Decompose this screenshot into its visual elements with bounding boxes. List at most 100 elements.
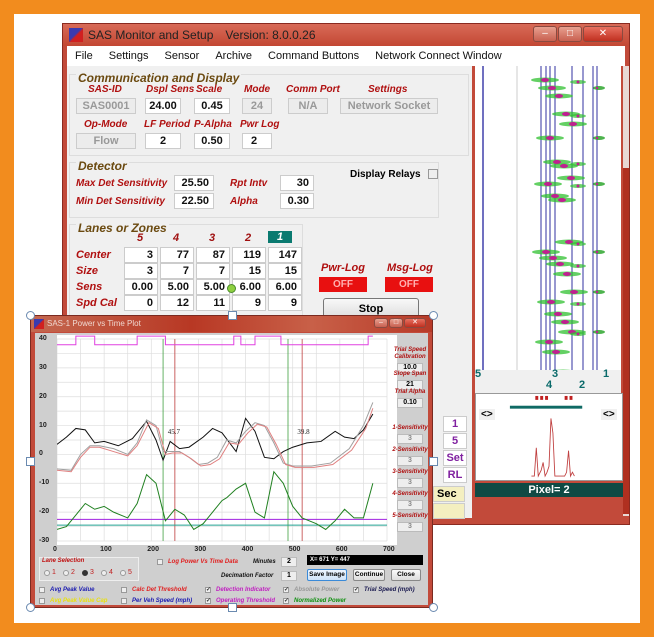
checkmark-icon[interactable]: ✓ xyxy=(353,587,359,593)
radio-dot[interactable] xyxy=(101,569,107,576)
checkbox-box[interactable] xyxy=(39,587,45,593)
display-relays-checkbox[interactable] xyxy=(428,169,438,179)
radio-dot[interactable] xyxy=(82,569,88,576)
resize-handle-top-left[interactable] xyxy=(26,311,35,320)
main-window-titlebar[interactable]: SAS Monitor and Setup Version: 8.0.0.26 … xyxy=(63,24,629,46)
lane-cell[interactable]: 147 xyxy=(268,247,302,263)
lane-radio-4[interactable]: 4 xyxy=(101,569,113,576)
rpt-intv-field[interactable]: 30 xyxy=(280,175,314,191)
lane-cell[interactable]: 15 xyxy=(232,263,266,279)
lane-radio-2[interactable]: 2 xyxy=(63,569,75,576)
checkmark-icon[interactable]: ✓ xyxy=(283,598,289,604)
resize-handle-left[interactable] xyxy=(26,457,35,466)
lane-cell[interactable]: 0 xyxy=(124,295,158,311)
lane-radio-5[interactable]: 5 xyxy=(120,569,132,576)
nav-left-button[interactable]: <> xyxy=(479,409,495,420)
option-checkbox[interactable]: ✓ Trial Speed (mph) xyxy=(353,587,415,593)
min-det-sens-field[interactable]: 22.50 xyxy=(174,193,214,209)
checkbox-box[interactable] xyxy=(121,598,127,604)
minutes-field[interactable]: 2 xyxy=(281,557,297,567)
msg-log-off-button[interactable]: OFF xyxy=(385,277,433,292)
option-checkbox[interactable]: ✓ Normalized Power xyxy=(283,598,346,604)
menu-network-connect-window[interactable]: Network Connect Window xyxy=(375,50,502,62)
pwr-log-off-button[interactable]: OFF xyxy=(319,277,367,292)
resize-handle-bottom[interactable] xyxy=(228,603,237,612)
resize-handle-top-right[interactable] xyxy=(429,311,438,320)
menu-sensor[interactable]: Sensor xyxy=(164,50,199,62)
lane-scan-display[interactable] xyxy=(475,66,621,380)
radio-dot[interactable] xyxy=(120,569,126,576)
lane-radio-1[interactable]: 1 xyxy=(44,569,56,576)
lane-cell[interactable]: 6.00 xyxy=(268,279,302,295)
lane-cell[interactable]: 7 xyxy=(160,263,194,279)
right-panel-field[interactable]: 3 xyxy=(397,522,423,532)
option-checkbox[interactable]: ✓ Detection Indicator xyxy=(205,587,270,593)
lane-radio-3[interactable]: 3 xyxy=(82,569,94,576)
lane-cell[interactable]: 11 xyxy=(196,295,230,311)
resize-handle-bottom-right[interactable] xyxy=(429,603,438,612)
sec-value-field[interactable] xyxy=(433,503,465,519)
plot-minimize-button[interactable]: – xyxy=(374,318,388,328)
option-checkbox[interactable]: Avg Peak Value xyxy=(39,587,94,593)
option-checkbox[interactable]: Calc Det Threshold xyxy=(121,587,187,593)
continue-button[interactable]: Continue xyxy=(353,569,385,581)
checkbox-box[interactable] xyxy=(121,587,127,593)
side-button-1[interactable]: 1 xyxy=(443,416,467,432)
side-button-rl[interactable]: RL xyxy=(443,467,467,483)
side-button-5[interactable]: 5 xyxy=(443,433,467,449)
checkmark-icon[interactable]: ✓ xyxy=(283,587,289,593)
lane-cell[interactable]: 9 xyxy=(232,295,266,311)
lane-cell[interactable]: 0.00 xyxy=(124,279,158,295)
checkbox-box[interactable] xyxy=(39,598,45,604)
lane-cell[interactable]: 15 xyxy=(268,263,302,279)
lf-period-field[interactable]: 2 xyxy=(145,133,181,149)
checkmark-icon[interactable]: ✓ xyxy=(205,598,211,604)
lane-cell[interactable]: 12 xyxy=(160,295,194,311)
lane-header-5[interactable]: 5 xyxy=(122,232,158,244)
menu-archive[interactable]: Archive xyxy=(215,50,252,62)
alpha-field[interactable]: 0.30 xyxy=(280,193,314,209)
lane-header-2[interactable]: 2 xyxy=(230,232,266,244)
resize-handle-right[interactable] xyxy=(429,457,438,466)
rotate-handle[interactable] xyxy=(227,284,236,293)
lane-cell[interactable]: 7 xyxy=(196,263,230,279)
right-panel-field[interactable]: 0.10 xyxy=(397,398,423,408)
lane-cell[interactable]: 3 xyxy=(124,263,158,279)
option-checkbox[interactable]: Avg Peak Value Cap xyxy=(39,598,107,604)
checkmark-icon[interactable]: ✓ xyxy=(205,587,211,593)
scale-field[interactable]: 0.45 xyxy=(194,98,230,114)
plot-maximize-button[interactable]: □ xyxy=(389,318,403,328)
maximize-button[interactable]: □ xyxy=(558,26,582,42)
lane-header-3[interactable]: 3 xyxy=(194,232,230,244)
dspl-sens-field[interactable]: 24.00 xyxy=(145,98,181,114)
resize-handle-bottom-left[interactable] xyxy=(26,603,35,612)
scrollbar-thumb[interactable] xyxy=(623,168,629,514)
right-panel-field[interactable]: 3 xyxy=(397,456,423,466)
max-det-sens-field[interactable]: 25.50 xyxy=(174,175,214,191)
pwr-log-field[interactable]: 2 xyxy=(242,133,272,149)
lane-header-1-selected[interactable]: 1 xyxy=(268,231,292,243)
lane-cell[interactable]: 6.00 xyxy=(232,279,266,295)
menu-file[interactable]: File xyxy=(75,50,93,62)
option-checkbox[interactable]: ✓ Operating Threshold xyxy=(205,598,275,604)
lane-cell[interactable]: 9 xyxy=(268,295,302,311)
radio-dot[interactable] xyxy=(44,569,50,576)
lane-cell[interactable]: 87 xyxy=(196,247,230,263)
right-panel-field[interactable]: 3 xyxy=(397,434,423,444)
p-alpha-field[interactable]: 0.50 xyxy=(194,133,230,149)
right-panel-field[interactable]: 3 xyxy=(397,500,423,510)
log-power-checkbox[interactable]: Log Power Vs Time Data xyxy=(157,559,238,565)
lane-header-4[interactable]: 4 xyxy=(158,232,194,244)
vertical-scrollbar[interactable] xyxy=(623,66,629,516)
lane-cell[interactable]: 5.00 xyxy=(196,279,230,295)
nav-right-button[interactable]: <> xyxy=(601,409,617,420)
option-checkbox[interactable]: Per Veh Speed (mph) xyxy=(121,598,192,604)
resize-handle-top[interactable] xyxy=(228,311,237,320)
option-checkbox[interactable]: ✓ Absolute Power xyxy=(283,587,339,593)
menu-command-buttons[interactable]: Command Buttons xyxy=(268,50,359,62)
lane-cell[interactable]: 77 xyxy=(160,247,194,263)
side-button-set[interactable]: Set xyxy=(443,450,467,466)
menu-settings[interactable]: Settings xyxy=(109,50,149,62)
plot-close-button[interactable]: ✕ xyxy=(404,318,426,328)
lane-cell[interactable]: 3 xyxy=(124,247,158,263)
